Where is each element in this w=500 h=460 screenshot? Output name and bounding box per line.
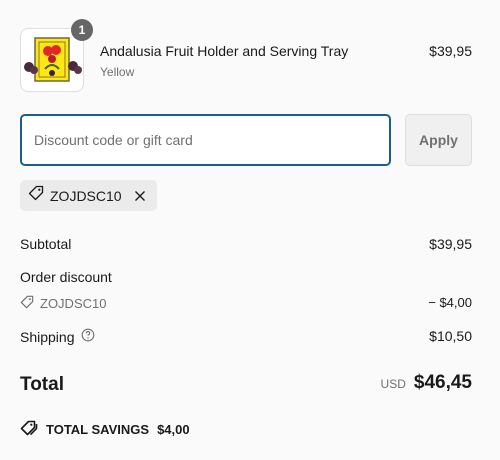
subtotal-value: $39,95 (429, 236, 472, 252)
shipping-label: Shipping (20, 328, 75, 345)
order-discount-label: Order discount (20, 269, 112, 285)
total-value: $46,45 (413, 372, 472, 393)
apply-button[interactable]: Apply (405, 114, 472, 166)
cart-line-item: 1 Andalusia Fruit Holder and Serving Tra… (20, 19, 472, 92)
discount-code-row: ZOJDSC10 − $4,00 (20, 295, 472, 312)
discount-value: − $4,00 (428, 295, 472, 310)
shipping-row: Shipping $10,50 (20, 328, 472, 345)
total-row: Total USD $46,45 (20, 372, 472, 396)
close-icon (134, 190, 145, 201)
product-variant: Yellow (100, 65, 135, 79)
help-icon[interactable] (81, 328, 95, 345)
savings-label: TOTAL SAVINGS (46, 422, 150, 437)
shipping-value: $10,50 (429, 328, 472, 344)
tag-icon (28, 185, 44, 206)
total-savings: TOTAL SAVINGS $4,00 (20, 420, 190, 439)
discount-form: Apply (20, 114, 472, 166)
currency-code: USD (380, 377, 406, 391)
remove-code-button[interactable] (132, 188, 148, 204)
applied-discount-chip: ZOJDSC10 (20, 180, 157, 211)
product-name: Andalusia Fruit Holder and Serving Tray (100, 43, 349, 59)
applied-code-label: ZOJDSC10 (50, 187, 122, 204)
subtotal-label: Subtotal (20, 236, 72, 252)
product-thumbnail: 1 (20, 19, 93, 92)
product-price: $39,95 (429, 43, 472, 59)
quantity-badge: 1 (71, 19, 93, 41)
discount-code-input[interactable] (20, 114, 391, 166)
subtotal-row: Subtotal $39,95 (20, 236, 472, 252)
savings-tag-icon (20, 420, 38, 439)
tag-icon (20, 295, 34, 312)
total-label: Total (20, 374, 64, 395)
savings-value: $4,00 (157, 422, 190, 437)
order-discount-row: Order discount (20, 269, 472, 285)
discount-code-label: ZOJDSC10 (40, 296, 107, 311)
